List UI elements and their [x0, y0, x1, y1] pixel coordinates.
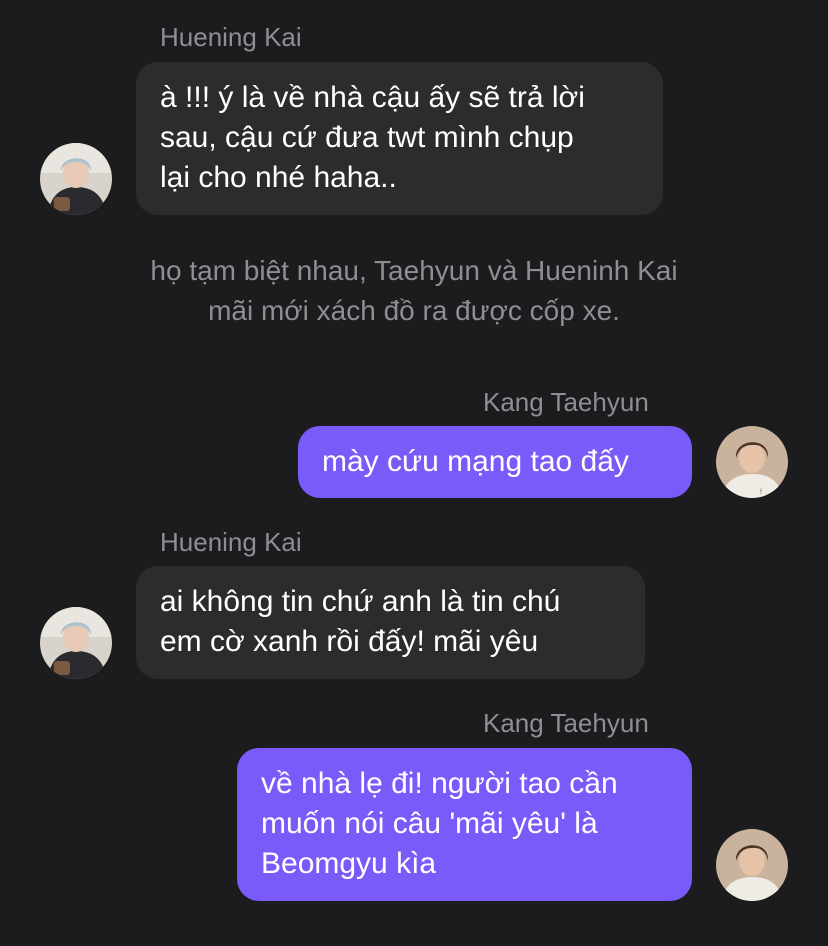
sender-name-huening-kai: Huening Kai: [160, 22, 302, 52]
sender-name-huening-kai: Huening Kai: [160, 527, 302, 557]
svg-text:ɟ: ɟ: [759, 486, 762, 494]
message-bubble-outgoing[interactable]: về nhà lẹ đi! người tao cần muốn nói câu…: [237, 748, 692, 901]
message-text-line: em cờ xanh rồi đấy! mãi yêu: [160, 625, 539, 658]
kang-taehyun-avatar-icon[interactable]: [716, 829, 788, 901]
message-bubble-incoming[interactable]: à !!! ý là về nhà cậu ấy sẽ trả lời sau,…: [136, 62, 663, 215]
message-text-line: ai không tin chứ anh là tin chú: [160, 585, 561, 618]
narration-line: mãi mới xách đồ ra được cốp xe.: [208, 295, 620, 326]
message-bubble-outgoing[interactable]: mày cứu mạng tao đấy: [298, 426, 692, 498]
message-text-line: sau, cậu cứ đưa twt mình chụp: [160, 121, 574, 154]
message-text-line: về nhà lẹ đi! người tao cần: [261, 767, 618, 800]
kang-taehyun-avatar-icon[interactable]: ɟ: [716, 426, 788, 498]
chat-thread: Huening Kai à !!! ý là về nhà cậu ấy sẽ …: [0, 0, 828, 946]
message-text-line: Beomgyu kìa: [261, 847, 437, 880]
message-text-line: à !!! ý là về nhà cậu ấy sẽ trả lời: [160, 81, 585, 114]
message-text-line: mày cứu mạng tao đấy: [322, 445, 629, 478]
sender-name-kang-taehyun: Kang Taehyun: [483, 708, 649, 738]
sender-name-kang-taehyun: Kang Taehyun: [483, 387, 649, 417]
message-text-line: lại cho nhé haha..: [160, 161, 397, 194]
narration-text: họ tạm biệt nhau, Taehyun và Hueninh Kai…: [0, 251, 828, 331]
message-text-line: muốn nói câu 'mãi yêu' là: [261, 807, 598, 840]
huening-kai-avatar-icon[interactable]: [40, 607, 112, 679]
message-bubble-incoming[interactable]: ai không tin chứ anh là tin chú em cờ xa…: [136, 566, 645, 679]
huening-kai-avatar-icon[interactable]: [40, 143, 112, 215]
narration-line: họ tạm biệt nhau, Taehyun và Hueninh Kai: [150, 255, 678, 286]
